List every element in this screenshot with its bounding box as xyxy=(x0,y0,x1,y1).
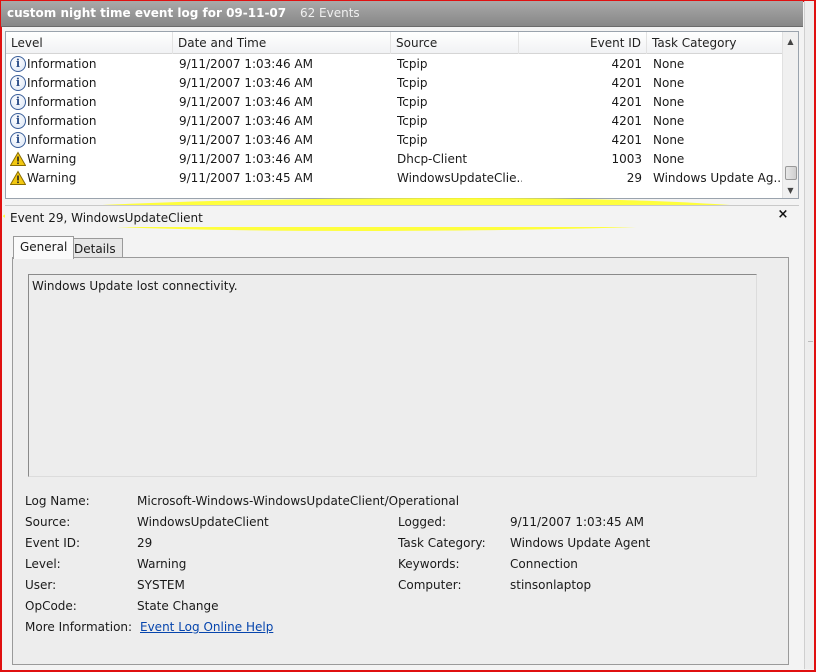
logged-label: Logged: xyxy=(398,515,447,529)
event-rows: i Information 9/11/2007 1:03:46 AM Tcpip 420… xyxy=(3,55,786,231)
row-task-category: None xyxy=(653,152,685,166)
source-label: Source: xyxy=(25,515,71,529)
row-source: Tcpip xyxy=(397,114,428,128)
column-header-source[interactable]: Source xyxy=(391,32,519,54)
user-label: User: xyxy=(25,578,57,592)
task-category-label: Task Category: xyxy=(398,536,486,550)
event-description-box[interactable]: Windows Update lost connectivity. xyxy=(28,274,757,477)
computer-label: Computer: xyxy=(398,578,462,592)
row-source: Tcpip xyxy=(397,133,428,147)
event-log-online-help-link[interactable]: Event Log Online Help xyxy=(140,620,273,634)
opcode-value: State Change xyxy=(137,599,219,613)
table-row[interactable]: i Information 9/11/2007 1:03:46 AM Tcpip 420… xyxy=(6,55,782,74)
row-source: Tcpip xyxy=(397,76,428,90)
scroll-down-arrow-icon[interactable]: ▼ xyxy=(783,183,798,198)
table-row[interactable]: i Information 9/11/2007 1:03:46 AM Tcpip 420… xyxy=(6,74,782,93)
event-id-label: Event ID: xyxy=(25,536,81,550)
log-name-value: Microsoft-Windows-WindowsUpdateClient/Op… xyxy=(137,494,460,508)
event-description-text: Windows Update lost connectivity. xyxy=(32,279,238,293)
row-task-category: None xyxy=(653,133,685,147)
row-date: 9/11/2007 1:03:45 AM xyxy=(179,171,313,185)
row-date: 9/11/2007 1:03:46 AM xyxy=(179,152,313,166)
tab-general[interactable]: General xyxy=(13,236,75,259)
row-task-category: None xyxy=(653,57,685,71)
task-category-value: Windows Update Agent xyxy=(510,536,651,550)
log-name-label: Log Name: xyxy=(25,494,90,508)
information-icon: i xyxy=(10,75,26,91)
row-task-category: Windows Update Ag... xyxy=(653,171,781,185)
row-level: Warning xyxy=(27,152,77,166)
row-task-category: None xyxy=(653,114,685,128)
event-id-value: 29 xyxy=(137,536,153,550)
row-level: Information xyxy=(27,76,97,90)
event-list[interactable]: Level Date and Time Source Event ID Task… xyxy=(3,31,799,231)
table-row[interactable]: i Information 9/11/2007 1:03:46 AM Tcpip 420… xyxy=(6,131,782,150)
row-event-id: 29 xyxy=(626,171,642,185)
tab-details[interactable]: Details xyxy=(67,238,123,259)
logged-value: 9/11/2007 1:03:45 AM xyxy=(510,515,644,529)
row-source: Tcpip xyxy=(397,95,428,109)
information-icon: i xyxy=(10,132,26,148)
row-date: 9/11/2007 1:03:46 AM xyxy=(179,114,313,128)
level-value: Warning xyxy=(137,557,187,571)
row-level: Information xyxy=(27,133,97,147)
more-information-label: More Information: xyxy=(25,620,133,634)
right-pane-edge xyxy=(804,1,814,669)
row-level: Information xyxy=(27,57,97,71)
column-header-task-category[interactable]: Task Category xyxy=(647,32,782,54)
row-level: Warning xyxy=(27,171,77,185)
information-icon: i xyxy=(10,94,26,110)
warning-icon xyxy=(10,151,26,166)
source-value: WindowsUpdateClient xyxy=(137,515,269,529)
row-level: Information xyxy=(27,95,97,109)
row-task-category: None xyxy=(653,95,685,109)
row-task-category: None xyxy=(653,76,685,90)
event-list-scrollbar[interactable]: ▲ ▼ xyxy=(782,32,798,198)
column-header-level[interactable]: Level xyxy=(6,32,173,54)
event-list-header: Level Date and Time Source Event ID Task… xyxy=(6,32,782,54)
log-title-bar: custom night time event log for 09-11-07… xyxy=(1,1,803,27)
information-icon: i xyxy=(10,56,26,72)
row-date: 9/11/2007 1:03:46 AM xyxy=(179,57,313,71)
close-icon[interactable]: × xyxy=(776,207,790,223)
keywords-label: Keywords: xyxy=(398,557,460,571)
general-tab-panel: Windows Update lost connectivity. Log Na… xyxy=(12,257,789,665)
row-level: Information xyxy=(27,114,97,128)
table-row[interactable]: i Information 9/11/2007 1:03:46 AM Tcpip 420… xyxy=(6,112,782,131)
row-event-id: 4201 xyxy=(611,76,642,90)
computer-value: stinsonlaptop xyxy=(510,578,592,592)
column-header-event-id[interactable]: Event ID xyxy=(519,32,647,54)
scroll-thumb[interactable] xyxy=(785,166,797,180)
opcode-label: OpCode: xyxy=(25,599,77,613)
information-icon: i xyxy=(10,113,26,129)
log-title: custom night time event log for 09-11-07 xyxy=(7,6,287,20)
row-date: 9/11/2007 1:03:46 AM xyxy=(179,95,313,109)
keywords-value: Connection xyxy=(510,557,578,571)
row-date: 9/11/2007 1:03:46 AM xyxy=(179,133,313,147)
level-label: Level: xyxy=(25,557,61,571)
row-event-id: 4201 xyxy=(611,57,642,71)
row-event-id: 4201 xyxy=(611,95,642,109)
warning-icon xyxy=(10,170,26,185)
row-event-id: 4201 xyxy=(611,114,642,128)
user-value: SYSTEM xyxy=(137,578,185,592)
column-header-date[interactable]: Date and Time xyxy=(173,32,391,54)
row-event-id: 1003 xyxy=(611,152,642,166)
table-row[interactable]: i Information 9/11/2007 1:03:46 AM Tcpip 420… xyxy=(6,93,782,112)
row-event-id: 4201 xyxy=(611,133,642,147)
row-source: Dhcp-Client xyxy=(397,152,468,166)
row-source: WindowsUpdateClie... xyxy=(397,171,522,185)
table-row[interactable]: Warning 9/11/2007 1:03:46 AM Dhcp-Client 10… xyxy=(6,150,782,169)
table-row[interactable]: Warning 9/11/2007 1:03:45 AM WindowsUpdate… xyxy=(6,169,782,188)
row-date: 9/11/2007 1:03:46 AM xyxy=(179,76,313,90)
row-source: Tcpip xyxy=(397,57,428,71)
event-detail-header: Event 29, WindowsUpdateClient xyxy=(5,205,799,227)
scroll-up-arrow-icon[interactable]: ▲ xyxy=(783,34,798,49)
event-detail-title: Event 29, WindowsUpdateClient xyxy=(10,211,203,225)
event-count: 62 Events xyxy=(299,6,360,20)
